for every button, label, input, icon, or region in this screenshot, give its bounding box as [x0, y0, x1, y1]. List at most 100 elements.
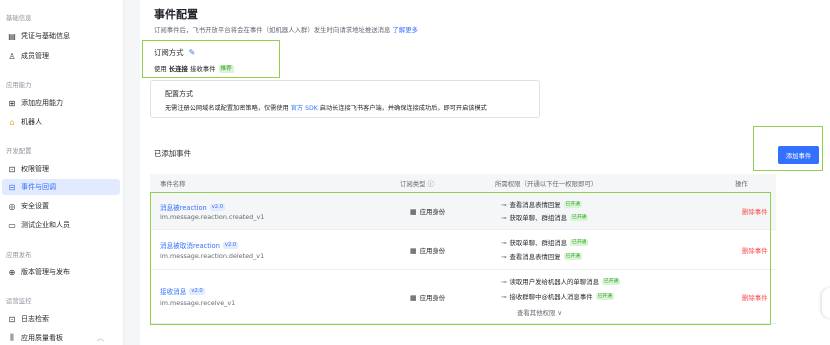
sdk-link[interactable]: 官方 SDK — [291, 105, 318, 112]
sidebar-item-credentials[interactable]: ▤ 凭证与基础信息 — [2, 28, 120, 44]
table-row: 消息被取消reaction v2.0 im.message.reaction.d… — [150, 230, 776, 270]
subscription-suffix: 接收事件 — [189, 65, 216, 73]
sidebar-item-label: 安全设置 — [21, 202, 49, 210]
permission-item: ⊸ 获取单聊、群组消息 已开通 — [501, 238, 589, 247]
recommended-badge: 推荐 — [218, 64, 234, 73]
key-icon: ⊸ — [501, 238, 507, 247]
events-table-header: 事件名称 订阅类型 ⓘ 所需权限（开通以下任一权限即可） 操作 — [150, 174, 776, 192]
column-header-permissions: 所需权限（开通以下任一权限即可） — [495, 180, 598, 188]
sidebar-item-label: 测试企业和人员 — [21, 221, 70, 229]
permission-status-badge: 已开通 — [595, 293, 615, 300]
event-icon: ⊟ — [8, 182, 16, 192]
added-events-label: 已添加事件 — [154, 149, 191, 158]
column-header-sub-type: 订阅类型 ⓘ — [400, 180, 434, 188]
chart-icon: ⫼ — [10, 333, 14, 342]
key-icon: ⊸ — [501, 252, 507, 261]
sidebar-item-label: 添加应用能力 — [21, 99, 63, 107]
sidebar-group-label: 基础信息 — [6, 14, 32, 22]
permission-label: 获取单聊、群组消息 — [509, 214, 568, 222]
subscription-mode-value: 长连接 — [168, 65, 188, 73]
table-row: 接收消息 v2.0 im.message.receive_v1 ▦ 应用身份 ⊸… — [150, 270, 776, 324]
sidebar-item-label: 应用质量看板 — [21, 334, 63, 342]
sidebar-item-add-capability[interactable]: ⊞ 添加应用能力 — [2, 95, 120, 111]
test-icon: ▭ — [8, 220, 16, 230]
sidebar-item-test[interactable]: ▭ 测试企业和人员 — [2, 217, 120, 233]
app-identity-icon: ▦ — [410, 207, 417, 216]
learn-more-link[interactable]: 了解更多 — [393, 26, 419, 34]
event-code: im.message.receive_v1 — [160, 299, 236, 307]
sidebar-item-logs[interactable]: ⊡ 日志检索 — [2, 311, 120, 327]
sidebar-item-robot[interactable]: ⌂ 机器人 — [2, 114, 120, 130]
permission-label: 接收群聊中@机器人消息事件 — [509, 293, 593, 301]
sidebar-item-version[interactable]: ⊕ 版本管理与发布 — [2, 264, 120, 280]
floating-edge-handle[interactable] — [822, 288, 830, 318]
user-icon: ♙ — [8, 51, 16, 61]
event-name[interactable]: 消息被reaction v2.0 — [160, 202, 226, 212]
subscription-type-text: 应用身份 — [419, 208, 446, 216]
permission-item: ⊸ 接收群聊中@机器人消息事件 已开通 — [501, 292, 615, 301]
subscription-type: ▦ 应用身份 — [410, 293, 445, 303]
permission-status-badge: 已开通 — [570, 239, 589, 246]
key-icon: ⊸ — [501, 213, 507, 222]
sidebar-group-label: 开发配置 — [6, 147, 32, 155]
event-name-text[interactable]: 消息被reaction — [160, 202, 207, 212]
permission-status-badge: 已开通 — [563, 201, 583, 208]
permission-label: 查看消息表情回复 — [509, 253, 561, 261]
sidebar-item-label: 成员管理 — [21, 52, 49, 60]
key-icon: ⊸ — [501, 200, 507, 209]
permission-item: ⊸ 读取用户发给机器人的单聊消息 已开通 — [501, 277, 621, 286]
permission-status-badge: 已开通 — [570, 214, 589, 221]
subscription-prefix: 使用 — [154, 65, 167, 73]
delete-event-button[interactable]: 删除事件 — [742, 293, 768, 302]
page-description: 订阅事件后，飞书开放平台将会在事件（如机器人入群）发生时向请求地址推送消息 了解… — [154, 25, 418, 34]
edit-icon[interactable]: ✎ — [189, 48, 196, 57]
sidebar-item-events[interactable]: ⊟ 事件与回调 — [2, 179, 120, 195]
more-permissions-toggle[interactable]: 查看其他权限 ∨ — [517, 308, 562, 317]
sidebar-item-label: 权限管理 — [21, 165, 49, 173]
permission-item: ⊸ 获取单聊、群组消息 已开通 — [501, 213, 589, 222]
add-event-button[interactable]: 添加事件 — [778, 146, 819, 164]
sidebar-group-label: 应用能力 — [6, 81, 32, 89]
sidebar-item-label: 凭证与基础信息 — [21, 32, 70, 40]
config-text-before: 无需注册公网域名或配置加密策略，仅需使用 — [165, 105, 289, 112]
version-badge: v2.0 — [209, 203, 226, 211]
version-badge: v2.0 — [222, 241, 239, 249]
credential-icon: ▤ — [8, 31, 16, 41]
description-text: 订阅事件后，飞书开放平台将会在事件（如机器人入群）发生时向请求地址推送消息 — [154, 26, 391, 34]
lock-icon: ⊡ — [8, 164, 16, 174]
subscription-label-row: 订阅方式 ✎ — [154, 47, 195, 58]
permission-label: 查看消息表情回复 — [509, 201, 561, 209]
shield-icon: ◎ — [8, 201, 16, 211]
column-header-action: 操作 — [735, 180, 748, 188]
permission-item: ⊸ 查看消息表情回复 已开通 — [501, 252, 583, 261]
table-row: 消息被reaction v2.0 im.message.reaction.cre… — [150, 192, 776, 230]
sidebar-item-members[interactable]: ♙ 成员管理 — [2, 48, 120, 64]
sidebar-group-label: 运营监控 — [6, 297, 32, 305]
subscription-type: ▦ 应用身份 — [410, 207, 446, 217]
sidebar-item-label: 事件与回调 — [21, 183, 56, 191]
sidebar-item-security[interactable]: ◎ 安全设置 — [2, 198, 120, 214]
log-icon: ⊡ — [8, 314, 16, 324]
permission-label: 获取单聊、群组消息 — [509, 239, 568, 247]
page-title: 事件配置 — [154, 8, 198, 21]
version-icon: ⊕ — [8, 267, 16, 277]
event-name-text[interactable]: 接收消息 — [160, 286, 186, 296]
subscription-type: ▦ 应用身份 — [410, 246, 445, 256]
sidebar-item-permissions[interactable]: ⊡ 权限管理 — [2, 161, 120, 177]
chevron-up-icon[interactable]: ︿ — [97, 333, 104, 343]
event-name-text[interactable]: 消息被取消reaction — [160, 240, 220, 250]
sidebar-item-quality[interactable]: ⫼ 应用质量看板 ︿ — [2, 330, 120, 345]
event-code: im.message.reaction.created_v1 — [160, 213, 265, 221]
event-name[interactable]: 消息被取消reaction v2.0 — [160, 240, 239, 250]
permission-status-badge: 已开通 — [563, 253, 583, 260]
delete-event-button[interactable]: 删除事件 — [742, 207, 768, 216]
permission-label: 读取用户发给机器人的单聊消息 — [509, 278, 599, 286]
delete-event-button[interactable]: 删除事件 — [742, 246, 768, 255]
event-code: im.message.reaction.deleted_v1 — [160, 252, 265, 260]
sidebar-group-label: 应用发布 — [6, 251, 32, 259]
config-title: 配置方式 — [165, 90, 193, 98]
app-identity-icon: ▦ — [410, 246, 417, 255]
grid-add-icon: ⊞ — [8, 98, 16, 108]
event-name[interactable]: 接收消息 v2.0 — [160, 286, 205, 296]
config-panel: 配置方式 无需注册公网域名或配置加密策略，仅需使用 官方 SDK 启动长连接飞书… — [150, 80, 540, 118]
